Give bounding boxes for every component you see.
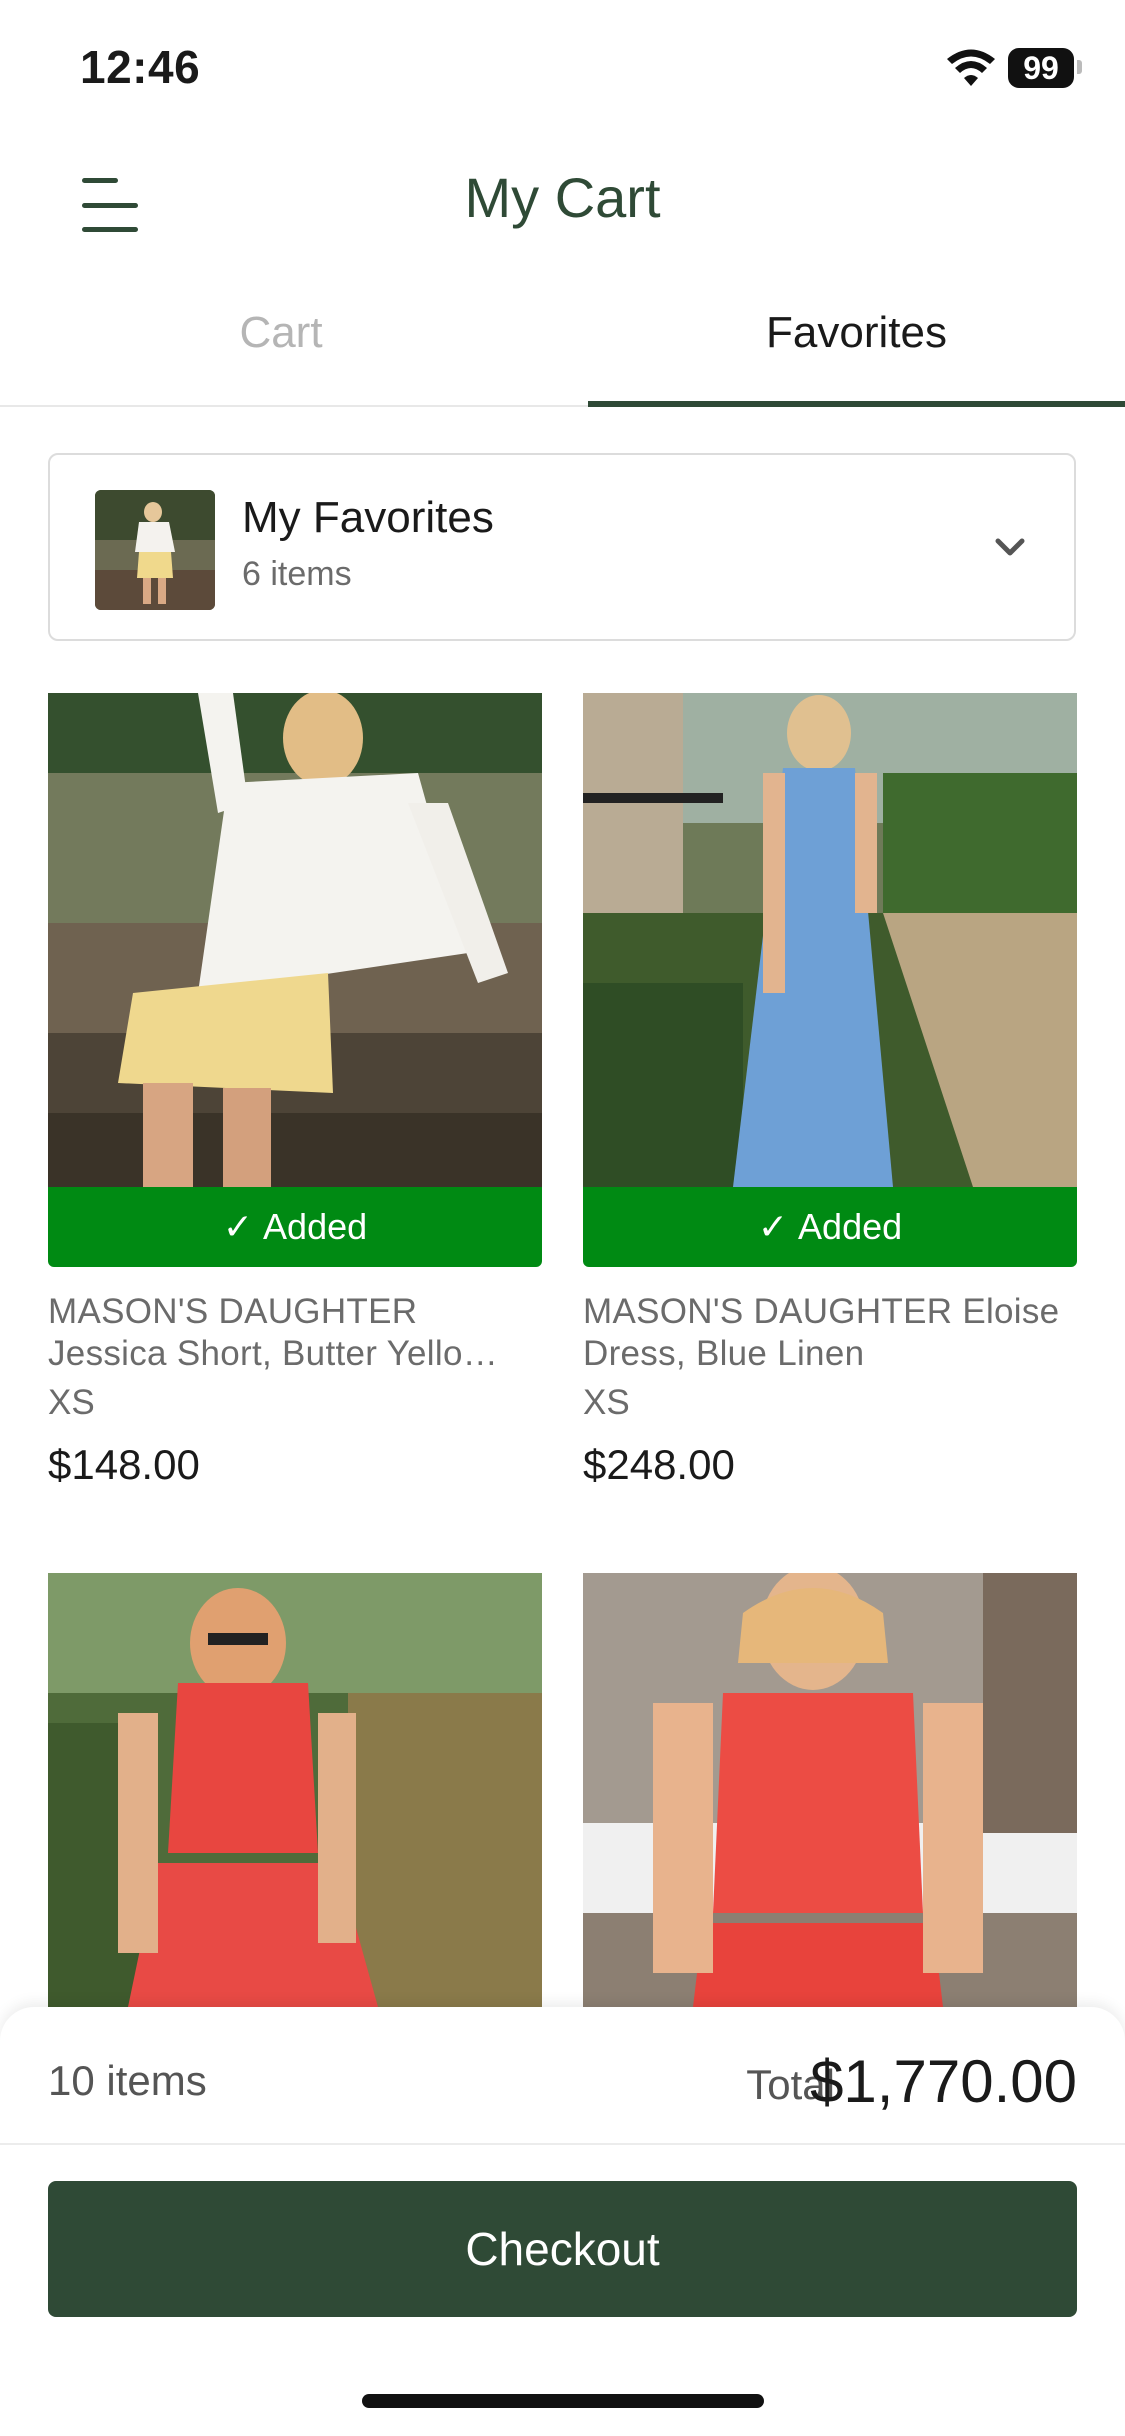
product-card[interactable]: ✓ Added MASON'S DAUGHTER Jessica Short, … [48, 693, 542, 1513]
product-name: MASON'S DAUGHTER Eloise Dress, Blue Line… [583, 1291, 1077, 1375]
status-time: 12:46 [80, 41, 201, 93]
product-price: $148.00 [48, 1441, 200, 1488]
page-title: My Cart [464, 166, 661, 229]
check-icon: ✓ [757, 1206, 789, 1247]
product-card[interactable] [48, 1573, 542, 2007]
added-badge: ✓ Added [48, 1187, 542, 1267]
checkout-button[interactable]: Checkout [48, 2181, 1077, 2317]
product-image[interactable] [583, 693, 1077, 1187]
product-name-line-2: Jessica Short, Butter Yello… [48, 1334, 499, 1373]
check-icon: ✓ [222, 1206, 254, 1247]
product-image[interactable] [48, 1573, 542, 2007]
product-name-line-2: Dress, Blue Linen [583, 1334, 865, 1373]
product-image[interactable] [583, 1573, 1077, 2007]
tab-bar: Cart Favorites [0, 280, 1125, 407]
tab-cart[interactable]: Cart [0, 280, 562, 405]
favorites-list-count: 6 items [242, 555, 352, 593]
status-bar: 12:46 99 [0, 0, 1125, 130]
product-name-line-1: MASON'S DAUGHTER [48, 1292, 418, 1331]
product-name-line-1: MASON'S DAUGHTER Eloise [583, 1292, 1060, 1331]
favorites-thumbnail [95, 490, 215, 610]
product-card[interactable] [583, 1573, 1077, 2007]
product-size: XS [48, 1383, 95, 1422]
home-indicator[interactable] [362, 2394, 764, 2408]
product-card[interactable]: ✓ Added MASON'S DAUGHTER Eloise Dress, B… [583, 693, 1077, 1513]
cart-summary-sheet: 10 items Total $1,770.00 Checkout [0, 2007, 1125, 2436]
product-image[interactable] [48, 693, 542, 1187]
added-label: Added [798, 1206, 903, 1247]
battery-level: 99 [1023, 49, 1059, 86]
added-badge: ✓ Added [583, 1187, 1077, 1267]
header: My Cart [0, 130, 1125, 265]
divider [0, 2143, 1125, 2145]
product-price: $248.00 [583, 1441, 735, 1488]
favorites-list-selector[interactable]: My Favorites 6 items [48, 453, 1076, 641]
tab-favorites[interactable]: Favorites [588, 280, 1125, 405]
product-name: MASON'S DAUGHTER Jessica Short, Butter Y… [48, 1291, 542, 1375]
battery-tip [1077, 60, 1082, 74]
favorites-list-title: My Favorites [242, 493, 494, 542]
total-value: $1,770.00 [810, 2048, 1077, 2115]
items-count: 10 items [48, 2057, 207, 2104]
added-label: Added [263, 1206, 368, 1247]
chevron-down-icon [995, 538, 1025, 556]
battery-icon: 99 [1008, 48, 1074, 88]
wifi-icon [947, 49, 995, 86]
product-size: XS [583, 1383, 630, 1422]
active-tab-indicator [588, 401, 1125, 407]
